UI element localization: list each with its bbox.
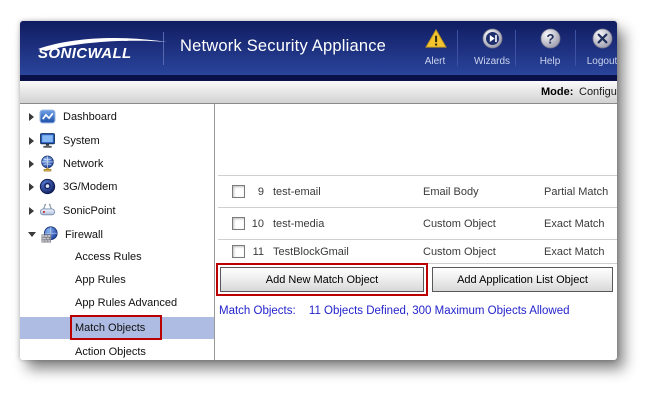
match-object-type: Email Body — [423, 186, 544, 198]
sonicwall-logo: SONICWALL — [38, 38, 168, 64]
expand-arrow-icon[interactable] — [29, 160, 34, 168]
collapse-arrow-icon[interactable] — [28, 232, 36, 237]
help-button[interactable]: ? Help — [526, 28, 574, 67]
match-type: Exact Match — [544, 218, 617, 230]
row-number: 10 — [245, 218, 264, 230]
match-type: Partial Match — [544, 186, 617, 198]
expand-arrow-icon[interactable] — [29, 113, 34, 121]
product-title: Network Security Appliance — [180, 37, 386, 56]
mode-label: Mode: — [541, 86, 573, 98]
logout-button[interactable]: Logout — [578, 28, 617, 67]
wizards-icon — [482, 28, 503, 49]
sidebar-item-network[interactable]: Network — [20, 152, 214, 175]
match-object-name: test-email — [273, 186, 423, 198]
row-checkbox[interactable] — [232, 217, 245, 230]
network-icon — [39, 155, 56, 172]
row-number: 11 — [245, 246, 264, 258]
header-actions: Alert Wizards — [405, 21, 617, 75]
sidebar-item-action-objects[interactable]: Action Objects — [20, 341, 214, 360]
sidebar-item-3g-modem[interactable]: 3G/Modem — [20, 175, 214, 198]
status-label: Match Objects: — [219, 305, 296, 317]
sidebar-item-access-rules[interactable]: Access Rules — [20, 246, 214, 268]
sonicpoint-icon — [39, 202, 56, 219]
mode-value: Configuration — [579, 86, 617, 98]
sidebar-item-match-objects[interactable]: Match Objects — [20, 317, 214, 339]
sidebar-item-sonicpoint[interactable]: SonicPoint — [20, 199, 214, 222]
status-value: 11 Objects Defined, 300 Maximum Objects … — [309, 305, 570, 317]
help-icon: ? — [540, 28, 561, 49]
action-divider — [457, 30, 458, 66]
modem-icon — [39, 178, 56, 195]
add-new-match-object-button[interactable]: Add New Match Object — [220, 267, 424, 292]
sidebar-item-firewall[interactable]: Firewall — [20, 223, 214, 246]
logout-icon — [592, 28, 613, 49]
app-header: SONICWALL Network Security Appliance Ale… — [20, 21, 617, 75]
mode-bar: Mode: Configuration — [20, 81, 617, 104]
brand-text: SONICWALL — [38, 45, 132, 62]
sidebar-item-app-rules-advanced[interactable]: App Rules Advanced — [20, 292, 214, 314]
row-checkbox[interactable] — [232, 185, 245, 198]
match-object-name: test-media — [273, 218, 423, 230]
dashboard-icon — [39, 108, 56, 125]
app-window: SONICWALL Network Security Appliance Ale… — [20, 21, 617, 360]
status-line: Match Objects: 11 Objects Defined, 300 M… — [219, 305, 569, 317]
wizards-button[interactable]: Wizards — [468, 28, 516, 67]
expand-arrow-icon[interactable] — [29, 137, 34, 145]
action-divider — [515, 30, 516, 66]
table-row: 10 test-media Custom Object Exact Match — [218, 208, 617, 240]
sidebar-nav: Dashboard System — [20, 104, 215, 360]
svg-text:?: ? — [546, 31, 554, 46]
add-application-list-object-button[interactable]: Add Application List Object — [432, 267, 613, 292]
row-number: 9 — [245, 186, 264, 198]
action-divider — [575, 30, 576, 66]
match-type: Exact Match — [544, 246, 617, 258]
screenshot-canvas: SONICWALL Network Security Appliance Ale… — [0, 0, 656, 405]
table-row: 9 test-email Email Body Partial Match — [218, 175, 617, 208]
row-checkbox[interactable] — [232, 245, 245, 258]
table-row: 11 TestBlockGmail Custom Object Exact Ma… — [218, 240, 617, 264]
firewall-icon — [41, 226, 58, 243]
alert-icon — [425, 28, 446, 49]
sidebar-item-system[interactable]: System — [20, 129, 214, 152]
match-object-type: Custom Object — [423, 246, 544, 258]
system-icon — [39, 132, 56, 149]
match-object-type: Custom Object — [423, 218, 544, 230]
sidebar-item-dashboard[interactable]: Dashboard — [20, 105, 214, 128]
sidebar-item-app-rules[interactable]: App Rules — [20, 269, 214, 291]
alert-button[interactable]: Alert — [411, 28, 459, 67]
match-object-name: TestBlockGmail — [273, 246, 423, 258]
expand-arrow-icon[interactable] — [29, 207, 34, 215]
expand-arrow-icon[interactable] — [29, 183, 34, 191]
